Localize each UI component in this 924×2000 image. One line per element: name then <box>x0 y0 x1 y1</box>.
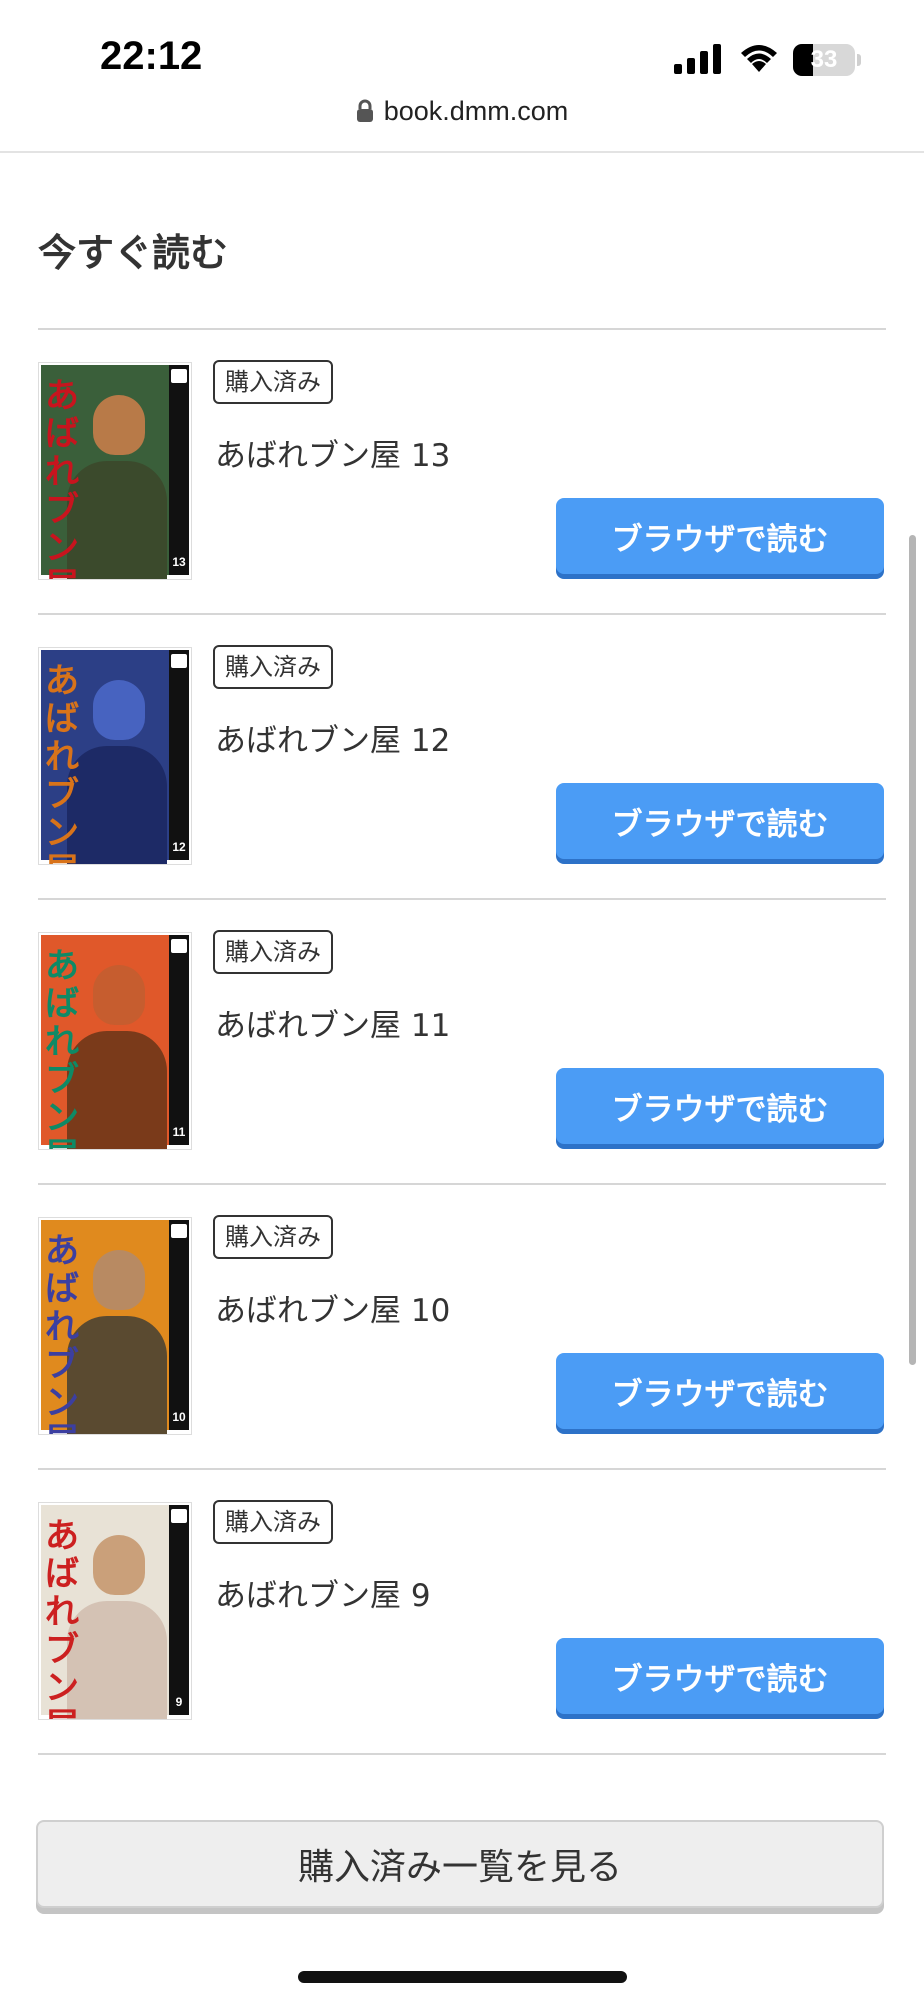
book-cover[interactable]: あばれブン屋 12 <box>38 647 192 865</box>
battery-percent: 33 <box>810 46 838 73</box>
cover-figure-head <box>93 1535 145 1595</box>
purchased-badge: 購入済み <box>213 360 333 404</box>
cover-art: あばれブン屋 <box>41 935 169 1149</box>
book-title[interactable]: あばれブン屋 10 <box>215 1285 450 1330</box>
cover-spine: 9 <box>169 1505 189 1715</box>
book-cover[interactable]: あばれブン屋 10 <box>38 1217 192 1435</box>
cover-volume-number: 9 <box>175 1695 183 1709</box>
list-item: あばれブン屋 9 購入済み あばれブン屋 9 ブラウザで読む <box>38 1470 886 1755</box>
read-in-browser-button[interactable]: ブラウザで読む <box>556 1638 884 1714</box>
cover-art: あばれブン屋 <box>41 1220 169 1434</box>
cellular-signal-icon <box>674 44 721 74</box>
list-item: あばれブン屋 11 購入済み あばれブン屋 11 ブラウザで読む <box>38 900 886 1185</box>
cover-volume-number: 12 <box>172 840 186 854</box>
cover-volume-number: 10 <box>172 1410 186 1424</box>
scrollbar[interactable] <box>909 535 916 1365</box>
purchased-badge: 購入済み <box>213 930 333 974</box>
cover-spine: 10 <box>169 1220 189 1430</box>
list-item: あばれブン屋 13 購入済み あばれブン屋 13 ブラウザで読む <box>38 330 886 615</box>
publisher-logo <box>171 654 187 668</box>
read-in-browser-button[interactable]: ブラウザで読む <box>556 498 884 574</box>
cover-title: あばれブン屋 <box>45 1516 79 1719</box>
cover-art: あばれブン屋 <box>41 1505 169 1719</box>
publisher-logo <box>171 369 187 383</box>
purchased-badge: 購入済み <box>213 645 333 689</box>
cover-figure-head <box>93 395 145 455</box>
cover-volume-number: 13 <box>172 555 186 569</box>
home-indicator[interactable] <box>298 1971 627 1983</box>
book-cover[interactable]: あばれブン屋 11 <box>38 932 192 1150</box>
book-cover[interactable]: あばれブン屋 9 <box>38 1502 192 1720</box>
status-time: 22:12 <box>100 34 203 78</box>
book-title[interactable]: あばれブン屋 9 <box>215 1570 431 1615</box>
cover-spine: 13 <box>169 365 189 575</box>
read-in-browser-button[interactable]: ブラウザで読む <box>556 1353 884 1429</box>
purchased-badge: 購入済み <box>213 1500 333 1544</box>
publisher-logo <box>171 1509 187 1523</box>
read-in-browser-button[interactable]: ブラウザで読む <box>556 1068 884 1144</box>
battery-tip <box>857 54 861 66</box>
cover-spine: 12 <box>169 650 189 860</box>
url-text: book.dmm.com <box>383 96 569 126</box>
list-item: あばれブン屋 12 購入済み あばれブン屋 12 ブラウザで読む <box>38 615 886 900</box>
read-in-browser-button[interactable]: ブラウザで読む <box>556 783 884 859</box>
publisher-logo <box>171 939 187 953</box>
wifi-icon <box>741 45 777 72</box>
book-cover[interactable]: あばれブン屋 13 <box>38 362 192 580</box>
cover-art: あばれブン屋 <box>41 650 169 864</box>
status-bar: 22:12 33 <box>0 0 924 110</box>
publisher-logo <box>171 1224 187 1238</box>
cover-title: あばれブン屋 <box>45 376 79 579</box>
header-divider <box>0 151 924 153</box>
purchased-badge: 購入済み <box>213 1215 333 1259</box>
list-item: あばれブン屋 10 購入済み あばれブン屋 10 ブラウザで読む <box>38 1185 886 1470</box>
battery-icon: 33 <box>793 44 855 76</box>
address-bar[interactable]: book.dmm.com <box>0 96 924 136</box>
cover-art: あばれブン屋 <box>41 365 169 579</box>
view-all-purchased-button[interactable]: 購入済み一覧を見る <box>36 1820 884 1908</box>
cover-figure-head <box>93 1250 145 1310</box>
book-title[interactable]: あばれブン屋 11 <box>215 1000 450 1045</box>
cover-figure-head <box>93 965 145 1025</box>
cover-title: あばれブン屋 <box>45 661 79 864</box>
cover-title: あばれブン屋 <box>45 1231 79 1434</box>
cover-figure-head <box>93 680 145 740</box>
purchased-list: あばれブン屋 13 購入済み あばれブン屋 13 ブラウザで読む あばれブン屋 … <box>38 328 886 1755</box>
book-title[interactable]: あばれブン屋 12 <box>215 715 450 760</box>
lock-icon <box>356 99 373 122</box>
section-title: 今すぐ読む <box>38 231 229 275</box>
cover-spine: 11 <box>169 935 189 1145</box>
book-title[interactable]: あばれブン屋 13 <box>215 430 450 475</box>
cover-title: あばれブン屋 <box>45 946 79 1149</box>
cover-volume-number: 11 <box>172 1125 186 1139</box>
